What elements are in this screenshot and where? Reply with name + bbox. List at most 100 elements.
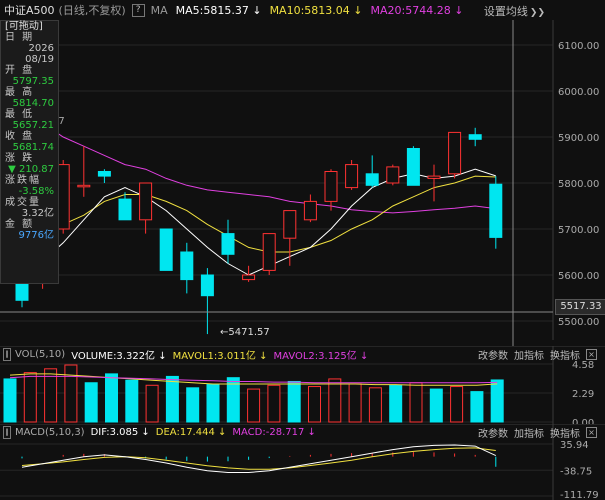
- volume-bar-up: [145, 384, 159, 423]
- candlestick-chart[interactable]: 6100.00 6000.00 5900.00 5800.00 5700.00 5600.…: [0, 0, 605, 346]
- ma10-value: MA10:5813.04 ↓: [269, 3, 363, 17]
- price-tick-label: 5600.00: [558, 271, 599, 282]
- info-value: 9776亿: [18, 230, 54, 241]
- vol-switch-indicator-button[interactable]: 换指标: [550, 347, 580, 362]
- mavol1-line: [9, 373, 498, 386]
- volume-bar-down: [125, 379, 139, 423]
- volume-bar-up: [247, 388, 261, 423]
- mavol2-line: [9, 375, 498, 384]
- macd-axis: 35.94 -38.75 -111.79: [560, 440, 599, 500]
- ma20-polyline: [21, 108, 496, 214]
- volume-bar-up: [409, 382, 423, 423]
- close-icon[interactable]: ×: [586, 426, 597, 438]
- candle-up: [242, 274, 256, 281]
- info-value: 08/19: [25, 54, 54, 65]
- ohlc-info-panel[interactable]: [可拖动] 日 期 2026 08/19 开 盘 5797.35 最 高 5814.70 最 …: [0, 20, 59, 284]
- candle-up: [283, 210, 297, 239]
- main-grid: [0, 20, 554, 340]
- mavol2-polyline: [9, 375, 498, 384]
- info-label: 最 高: [5, 87, 35, 98]
- volume-bar-down: [429, 388, 443, 423]
- vol-title: VOL(5,10): [15, 348, 66, 360]
- price-tick-label: 6100.00: [558, 41, 599, 52]
- candle-up: [386, 166, 400, 184]
- info-value: 5657.21: [12, 120, 54, 131]
- period-mode[interactable]: (日线,不复权): [59, 2, 126, 18]
- dif-value: DIF:3.085 ↓: [90, 426, 150, 438]
- macd-title: MACD(5,10,3): [15, 426, 85, 438]
- volume-bar-down: [389, 384, 403, 423]
- volume-bar-down: [84, 382, 98, 423]
- macd-legend: ‖ MACD(5,10,3) DIF:3.085 ↓ DEA:17.444 ↓ …: [0, 424, 605, 440]
- candle-up: [77, 184, 91, 188]
- candle-up: [427, 175, 441, 179]
- candle-down: [221, 233, 235, 255]
- info-items: 日 期 2026 08/19 开 盘 5797.35 最 高 5814.70 最 低 5657.…: [1, 32, 58, 241]
- price-tick-label: 5700.00: [558, 225, 599, 236]
- dea-value: DEA:17.444 ↓: [155, 426, 227, 438]
- cursor-price-label: 5517.33: [555, 299, 605, 315]
- volume-bar-up: [368, 387, 382, 423]
- collapse-icon[interactable]: ‖: [3, 347, 11, 361]
- candle-down: [406, 148, 420, 186]
- macd-add-indicator-button[interactable]: 加指标: [514, 425, 544, 440]
- ma5-value: MA5:5815.37 ↓: [175, 3, 262, 17]
- volume-bar-down: [490, 379, 504, 423]
- info-label: 涨 跌: [5, 153, 35, 164]
- price-tick-label: 5800.00: [558, 179, 599, 190]
- volume-bar-up: [348, 383, 362, 423]
- info-value: 2026: [28, 43, 54, 54]
- macd-switch-indicator-button[interactable]: 换指标: [550, 425, 580, 440]
- info-value: 5797.35: [12, 76, 54, 87]
- dea-line: [21, 447, 496, 470]
- macd-tick-label: -111.79: [560, 490, 599, 500]
- price-axis: 6100.00 6000.00 5900.00 5800.00 5700.00 5600.…: [558, 41, 599, 328]
- ma-label: MA: [150, 3, 168, 17]
- volume-bar-up: [450, 386, 464, 423]
- volume-bar-down: [3, 378, 17, 423]
- volume-bar-down: [105, 373, 118, 423]
- low-price-annotation: ←5471.57: [220, 327, 270, 338]
- candle-down: [200, 274, 214, 297]
- candle-down: [97, 171, 111, 177]
- ma10-polyline: [21, 175, 496, 253]
- volume-bar-down: [165, 375, 179, 423]
- settings-ma-label: 设置均线: [483, 5, 528, 18]
- volume-actions: 改参数 加指标 换指标 ×: [472, 347, 597, 362]
- close-icon[interactable]: ×: [586, 348, 597, 360]
- candle-down: [159, 228, 173, 271]
- volume-axis: 4.582.290.00: [572, 360, 594, 424]
- double-chevron-right-icon: ❯❯: [529, 8, 545, 18]
- info-label: 金 额: [5, 219, 35, 230]
- volume-tick-label: 2.29: [572, 389, 594, 400]
- volume-bar-up: [308, 386, 321, 423]
- candle-up: [139, 182, 153, 221]
- price-tick-label: 6000.00: [558, 87, 599, 98]
- volume-bar-down: [186, 387, 200, 423]
- candle-up: [56, 164, 70, 230]
- mavol2-value: MAVOL2:3.125亿 ↓: [273, 350, 369, 362]
- macd-histogram: [21, 452, 497, 467]
- macd-edit-params-button[interactable]: 改参数: [478, 425, 508, 440]
- volume-value: VOLUME:3.322亿 ↓: [71, 350, 167, 362]
- volume-bar-down: [470, 391, 484, 423]
- volume-bar-up: [328, 378, 342, 423]
- ma20-value: MA20:5744.28 ↓: [370, 3, 464, 17]
- info-value: 5681.74: [12, 142, 54, 153]
- macd-actions: 改参数 加指标 换指标 ×: [472, 425, 597, 440]
- vol-edit-params-button[interactable]: 改参数: [478, 347, 508, 362]
- candle-down: [118, 198, 132, 221]
- candle-down: [365, 173, 379, 186]
- macd-tick-label: -38.75: [560, 466, 592, 477]
- ma10-line: [21, 175, 496, 253]
- help-icon[interactable]: ?: [131, 3, 145, 17]
- settings-ma-button[interactable]: 设置均线 ❯❯: [484, 3, 545, 19]
- price-tick-label: 5900.00: [558, 133, 599, 144]
- info-label: 涨跌幅: [5, 175, 41, 186]
- collapse-icon[interactable]: ‖: [3, 425, 11, 439]
- info-value: ▼ 210.87: [8, 164, 54, 175]
- candles: [15, 127, 503, 335]
- dea-polyline: [21, 447, 496, 470]
- vol-add-indicator-button[interactable]: 加指标: [514, 347, 544, 362]
- volume-bar-down: [287, 380, 301, 423]
